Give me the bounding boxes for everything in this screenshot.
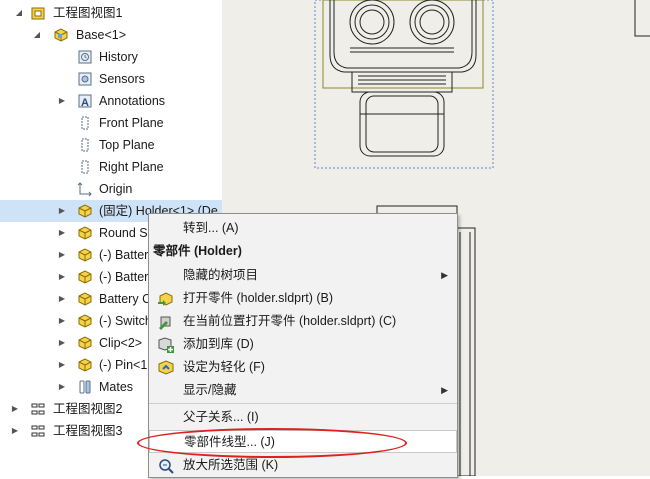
submenu-arrow-icon: ▶ — [441, 385, 448, 395]
view-boundary — [322, 0, 484, 89]
plane-icon — [81, 138, 89, 152]
menu-item-open-in-place[interactable]: 在当前位置打开零件 (holder.sldprt) (C) — [149, 310, 457, 333]
chevron-right-icon[interactable]: ▶ — [57, 244, 67, 266]
menu-item-add-to-library[interactable]: 添加到库 (D) — [149, 333, 457, 356]
sensors-icon — [78, 72, 92, 86]
menu-item-show-hide[interactable]: 显示/隐藏 ▶ — [149, 379, 457, 402]
part-icon — [78, 292, 92, 306]
menu-item-parent-child[interactable]: 父子关系... (I) — [149, 406, 457, 429]
menu-separator — [149, 403, 457, 404]
chevron-right-icon[interactable]: ▶ — [10, 420, 20, 442]
tree-item-origin[interactable]: Origin — [0, 178, 222, 200]
chevron-right-icon[interactable]: ▶ — [57, 310, 67, 332]
part-icon — [78, 358, 92, 372]
lightweight-icon — [158, 360, 174, 375]
holder-part-drawing — [329, 0, 477, 157]
origin-icon — [77, 182, 92, 197]
drawing-view-icon — [31, 403, 45, 415]
menu-item-goto[interactable]: 转到... (A) — [149, 217, 457, 240]
menu-item-set-lightweight[interactable]: 设定为轻化 (F) — [149, 356, 457, 379]
chevron-right-icon[interactable]: ▶ — [57, 288, 67, 310]
tree-item-top-plane[interactable]: Top Plane — [0, 134, 222, 156]
chevron-down-icon[interactable]: ◢ — [14, 2, 24, 24]
submenu-arrow-icon: ▶ — [441, 270, 448, 280]
menu-section-header: 零部件 (Holder) — [153, 244, 242, 258]
tree-item-annotations[interactable]: ▶ A Annotations — [0, 90, 222, 112]
chevron-right-icon[interactable]: ▶ — [57, 266, 67, 288]
svg-text:A: A — [81, 97, 89, 109]
chevron-right-icon[interactable]: ▶ — [57, 200, 67, 222]
part-icon — [78, 314, 92, 328]
open-in-place-icon — [159, 316, 171, 330]
chevron-right-icon[interactable]: ▶ — [57, 90, 67, 112]
part-icon — [78, 270, 92, 284]
plane-icon — [81, 116, 89, 130]
chevron-right-icon[interactable]: ▶ — [10, 398, 20, 420]
assembly-icon — [54, 28, 68, 42]
mates-icon — [79, 380, 91, 394]
menu-item-open-part[interactable]: 打开零件 (holder.sldprt) (B) — [149, 287, 457, 310]
drawing-view-icon — [31, 425, 45, 437]
chevron-right-icon[interactable]: ▶ — [57, 332, 67, 354]
open-part-icon — [158, 292, 173, 306]
tree-item-front-plane[interactable]: Front Plane — [0, 112, 222, 134]
annotations-icon: A — [78, 94, 92, 109]
tree-item-base[interactable]: ◢ Base<1> — [0, 24, 222, 46]
chevron-down-icon[interactable]: ◢ — [32, 24, 42, 46]
highlight-annotation-oval — [137, 428, 407, 458]
tree-item-drawing-view1[interactable]: ◢ 工程图视图1 — [0, 2, 222, 24]
chevron-right-icon[interactable]: ▶ — [57, 222, 67, 244]
chevron-right-icon[interactable]: ▶ — [57, 376, 67, 398]
zoom-icon — [159, 459, 174, 474]
chevron-right-icon[interactable]: ▶ — [57, 354, 67, 376]
part-icon — [78, 204, 92, 218]
menu-item-hide-tree-items[interactable]: 隐藏的树项目 ▶ — [149, 264, 457, 287]
part-icon — [78, 226, 92, 240]
part-icon — [78, 336, 92, 350]
tree-item-history[interactable]: History — [0, 46, 222, 68]
history-icon — [78, 50, 92, 64]
part-icon — [78, 248, 92, 262]
drawing-view-icon — [31, 7, 45, 20]
sheet-border — [634, 0, 650, 37]
tree-item-right-plane[interactable]: Right Plane — [0, 156, 222, 178]
add-to-library-icon — [158, 337, 174, 353]
plane-icon — [81, 160, 89, 174]
tree-item-sensors[interactable]: Sensors — [0, 68, 222, 90]
